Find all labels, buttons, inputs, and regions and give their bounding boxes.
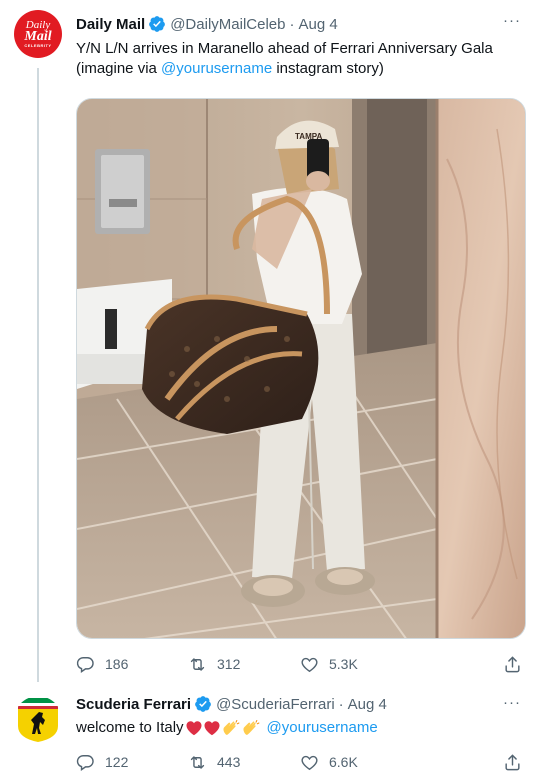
like-count: 5.3K — [329, 656, 358, 672]
verified-badge-icon — [194, 695, 212, 713]
tweet-text-line1: Y/N L/N arrives in Maranello ahead of Fe… — [76, 40, 493, 57]
reply-icon — [76, 656, 94, 673]
separator-dot: · — [338, 695, 344, 713]
avatar[interactable]: Daily Mail CELEBRITY — [14, 10, 62, 58]
tweet-scuderia-ferrari[interactable]: Scuderia Ferrari @ScuderiaFerrari · Aug … — [0, 690, 540, 784]
tweet-text: Y/N L/N arrives in Maranello ahead of Fe… — [76, 39, 524, 79]
like-button[interactable]: 6.6K — [300, 752, 358, 772]
retweet-button[interactable]: 443 — [188, 752, 240, 772]
author-handle[interactable]: @DailyMailCeleb — [170, 16, 285, 33]
share-button[interactable] — [503, 654, 532, 674]
tweet-date[interactable]: Aug 4 — [298, 16, 337, 33]
retweet-icon — [190, 755, 205, 769]
tweet-text-suffix: instagram story) — [272, 60, 384, 77]
share-icon — [505, 656, 520, 672]
prancing-horse-logo — [18, 698, 58, 742]
tweet-text-prefix: (imagine via — [76, 60, 162, 77]
like-button[interactable]: 5.3K — [300, 654, 358, 674]
emoji-group — [185, 718, 261, 738]
tweet-text: welcome to Italy @yourusername — [76, 718, 524, 738]
reply-button[interactable]: 186 — [76, 654, 128, 674]
tweet-text-prefix: welcome to Italy — [76, 719, 184, 736]
tweet-date[interactable]: Aug 4 — [348, 696, 387, 713]
retweet-count: 443 — [217, 754, 241, 770]
author-name[interactable]: Scuderia Ferrari — [76, 696, 191, 713]
mention-link[interactable]: @yourusername — [267, 718, 378, 738]
retweet-count: 312 — [217, 656, 241, 672]
share-button[interactable] — [503, 752, 532, 772]
tweet-actions: 122 443 6.6K — [76, 752, 524, 772]
clapping-hands-emoji — [243, 720, 259, 735]
red-heart-emoji — [204, 721, 220, 736]
tweet-daily-mail[interactable]: Daily Mail CELEBRITY Daily Mail @DailyMa… — [0, 0, 540, 690]
clapping-hands-emoji — [223, 720, 239, 735]
like-icon — [301, 657, 318, 672]
retweet-icon — [190, 657, 205, 671]
mention-link[interactable]: @yourusername — [161, 60, 272, 77]
avatar-text-mail: Mail — [24, 28, 52, 44]
separator-dot: · — [289, 15, 295, 33]
more-icon[interactable]: ··· — [502, 10, 522, 30]
retweet-button[interactable]: 312 — [188, 654, 240, 674]
tweet-header: Scuderia Ferrari @ScuderiaFerrari · Aug … — [76, 694, 387, 714]
author-name[interactable]: Daily Mail — [76, 16, 145, 33]
author-handle[interactable]: @ScuderiaFerrari — [216, 696, 335, 713]
red-heart-emoji — [186, 721, 202, 736]
more-icon[interactable]: ··· — [502, 692, 522, 712]
reply-icon — [76, 754, 94, 771]
like-icon — [301, 755, 318, 770]
share-icon — [505, 754, 520, 770]
reply-count: 186 — [105, 656, 129, 672]
like-count: 6.6K — [329, 754, 358, 770]
tweet-header: Daily Mail @DailyMailCeleb · Aug 4 — [76, 14, 338, 34]
avatar[interactable] — [14, 696, 62, 744]
verified-badge-icon — [148, 15, 166, 33]
reply-count: 122 — [105, 754, 129, 770]
reply-button[interactable]: 122 — [76, 752, 128, 772]
mirror-selfie-illustration: TAMPA — [77, 99, 525, 638]
tweet-actions: 186 312 5.3K — [76, 654, 524, 674]
avatar-text-celebrity: CELEBRITY — [24, 42, 52, 48]
avatar-text-daily: Daily — [25, 18, 51, 31]
tweet-photo[interactable]: TAMPA — [76, 98, 526, 639]
